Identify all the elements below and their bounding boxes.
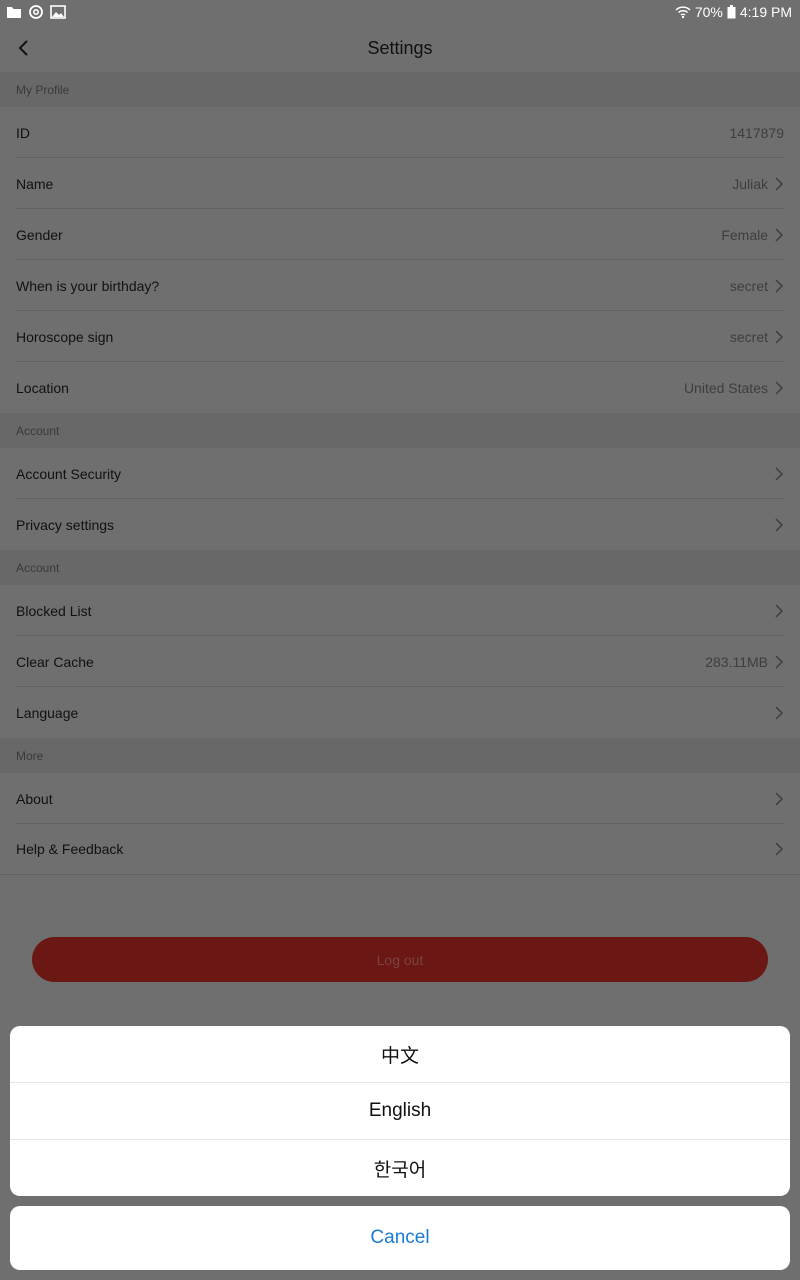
row-label: Blocked List [16,602,92,619]
row-label: Horoscope sign [16,328,114,345]
chevron-right-icon [775,176,784,191]
row-value: Juliak [732,175,768,192]
back-button[interactable] [8,32,40,64]
row-value: Female [721,226,768,243]
language-option-english[interactable]: English [10,1083,790,1140]
row-gender[interactable]: Gender Female [0,209,800,260]
section-header-account: Account [0,413,800,448]
status-right: 70% 4:19 PM [675,4,792,20]
battery-icon [727,5,736,19]
more-group: About Help & Feedback [0,773,800,875]
row-label: Language [16,704,79,721]
row-name[interactable]: Name Juliak [0,158,800,209]
row-blocked-list[interactable]: Blocked List [0,585,800,636]
row-label: Gender [16,226,63,243]
row-account-security[interactable]: Account Security [0,448,800,499]
row-label: Location [16,379,69,396]
row-value: 1417879 [729,124,784,141]
row-about[interactable]: About [0,773,800,824]
chevron-right-icon [775,517,784,532]
wifi-icon [675,6,691,19]
account2-group: Blocked List Clear Cache 283.11MB Langua… [0,585,800,738]
header: Settings [0,24,800,72]
logout-button[interactable]: Log out [32,937,768,982]
language-action-sheet: 中文 English 한국어 [10,1026,790,1196]
section-header-profile: My Profile [0,72,800,107]
chevron-right-icon [775,603,784,618]
settings-list: My Profile ID 1417879 Name Juliak Gender… [0,72,800,875]
row-label: Privacy settings [16,516,115,533]
image-icon [50,5,66,19]
chevron-right-icon [775,227,784,242]
row-value: secret [729,277,768,294]
at-sign-icon [29,5,43,19]
row-label: Account Security [16,465,122,482]
row-privacy-settings[interactable]: Privacy settings [0,499,800,550]
row-birthday[interactable]: When is your birthday? secret [0,260,800,311]
chevron-right-icon [775,791,784,806]
row-horoscope[interactable]: Horoscope sign secret [0,311,800,362]
chevron-right-icon [775,380,784,395]
row-location[interactable]: Location United States [0,362,800,413]
profile-group: ID 1417879 Name Juliak Gender Female Whe… [0,107,800,413]
language-option-korean[interactable]: 한국어 [10,1140,790,1196]
cancel-button[interactable]: Cancel [10,1206,790,1270]
status-left-icons [6,5,66,19]
row-value: United States [683,379,768,396]
row-label: When is your birthday? [16,277,160,294]
chevron-right-icon [775,329,784,344]
section-header-account-2: Account [0,550,800,585]
language-option-chinese[interactable]: 中文 [10,1026,790,1083]
section-header-more: More [0,738,800,773]
account-group: Account Security Privacy settings [0,448,800,550]
row-label: Clear Cache [16,653,94,670]
row-help-feedback[interactable]: Help & Feedback [0,824,800,875]
row-value: 283.11MB [705,653,768,670]
chevron-right-icon [775,654,784,669]
row-clear-cache[interactable]: Clear Cache 283.11MB [0,636,800,687]
row-label: Help & Feedback [16,841,124,857]
row-language[interactable]: Language [0,687,800,738]
chevron-left-icon [18,40,28,56]
row-label: ID [16,124,30,141]
row-label: Name [16,175,54,192]
chevron-right-icon [775,278,784,293]
status-time: 4:19 PM [739,4,792,20]
row-id: ID 1417879 [0,107,800,158]
row-label: About [16,790,53,807]
page-title: Settings [367,37,433,58]
chevron-right-icon [775,842,784,856]
chevron-right-icon [775,466,784,481]
status-bar: 70% 4:19 PM [0,0,800,24]
folder-icon [7,7,21,18]
row-value: secret [729,328,768,345]
chevron-right-icon [775,705,784,720]
battery-percent: 70% [694,4,723,20]
